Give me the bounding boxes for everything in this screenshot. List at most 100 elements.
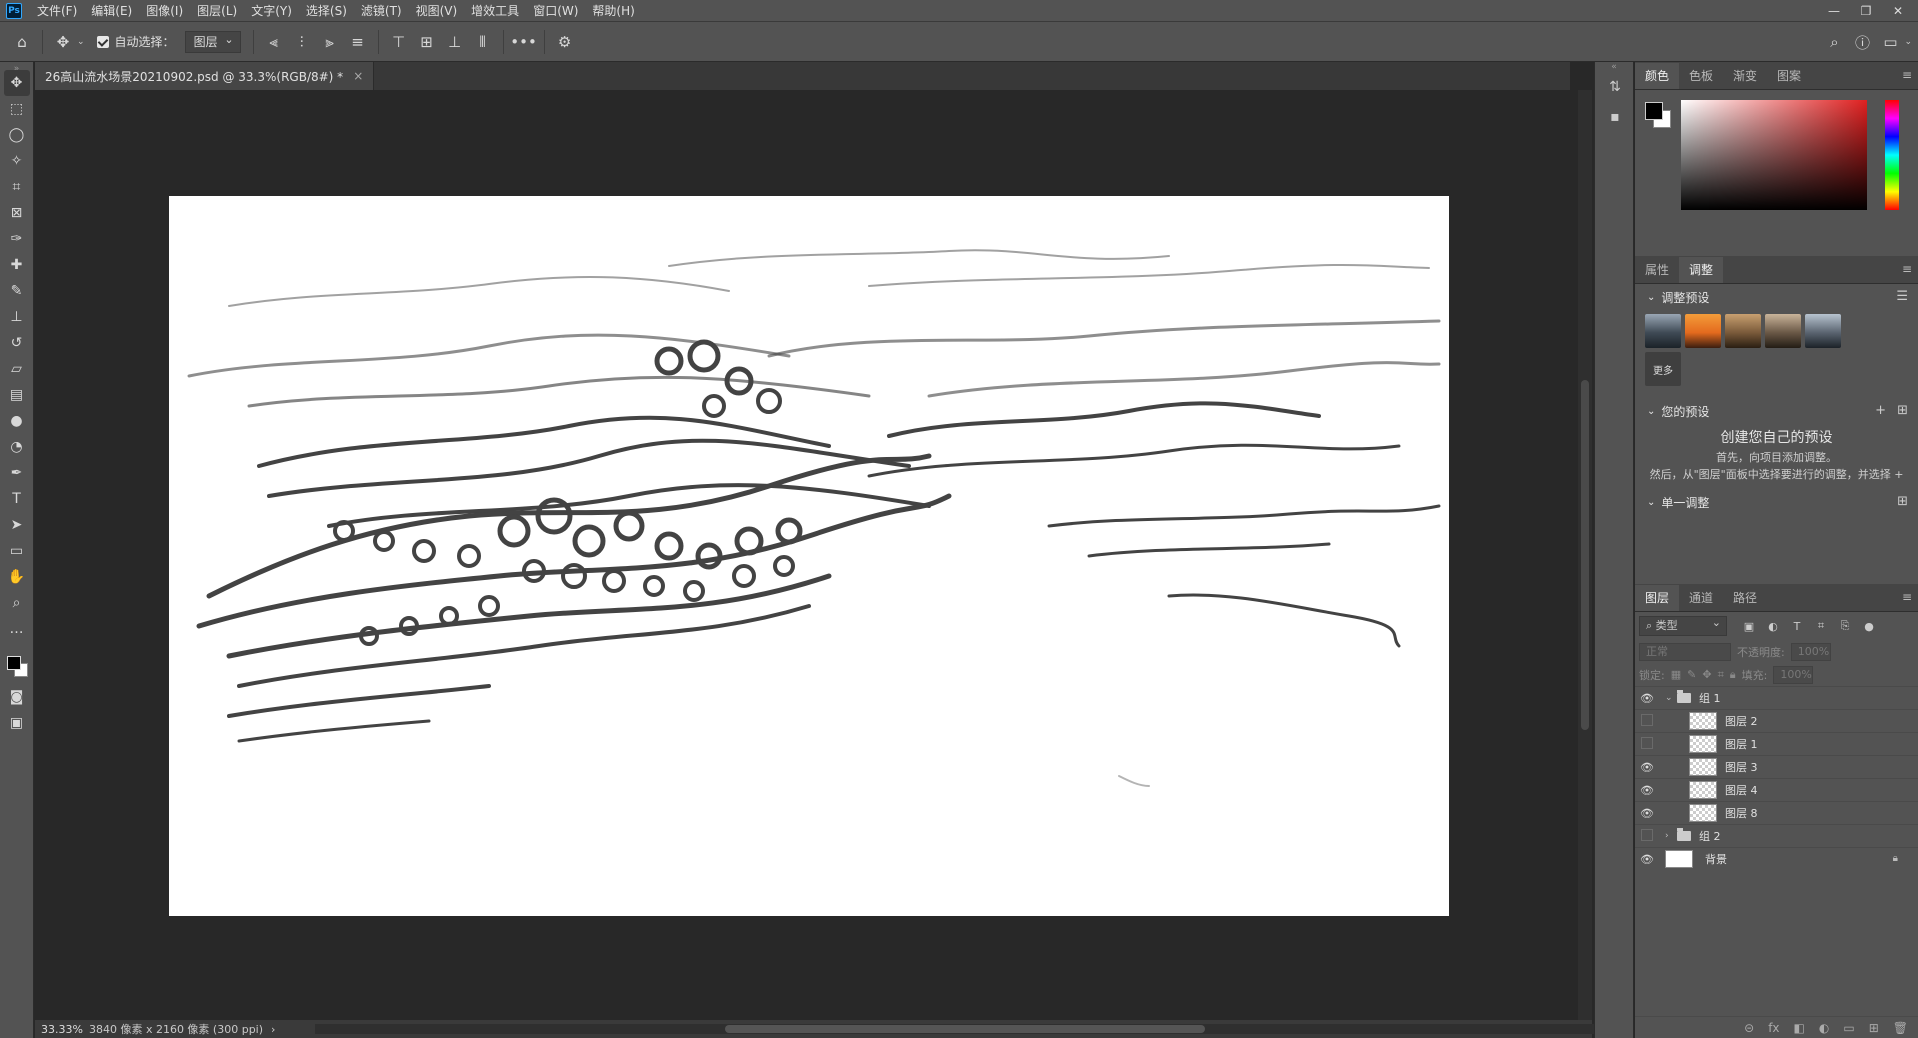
menu-item[interactable]: 文件(F) <box>30 0 84 22</box>
canvas-area[interactable] <box>35 90 1580 1020</box>
quick-mask-icon[interactable]: ◙ <box>4 684 30 710</box>
panel-tab[interactable]: 色板 <box>1679 63 1723 89</box>
menu-item[interactable]: 选择(S) <box>299 0 354 22</box>
lasso-icon[interactable]: ◯ <box>4 122 30 148</box>
align-top-icon[interactable]: ⊤ <box>385 28 413 56</box>
new-group-icon[interactable]: ▭ <box>1843 1021 1854 1035</box>
auto-select-checkbox[interactable] <box>96 35 109 48</box>
horizontal-scrollbar[interactable] <box>315 1024 1595 1034</box>
status-arrow-icon[interactable]: › <box>271 1023 275 1036</box>
panel-tab[interactable]: 调整 <box>1679 257 1724 283</box>
single-adjust-header[interactable]: ⌄ 单一调整 ⊞ <box>1635 489 1918 515</box>
marquee-icon[interactable]: ⬚ <box>4 96 30 122</box>
menu-item[interactable]: 增效工具 <box>464 0 526 22</box>
zoom-level[interactable]: 33.33% <box>35 1023 89 1036</box>
visibility-eye-icon[interactable]: 👁︎ <box>1635 692 1659 705</box>
menu-item[interactable]: 视图(V) <box>409 0 465 22</box>
panel-menu-icon[interactable]: ≡ <box>1902 262 1912 276</box>
panel-tab[interactable]: 颜色 <box>1635 63 1680 89</box>
hand-icon[interactable]: ✋ <box>4 564 30 590</box>
layer-row[interactable]: 👁︎ 图层 8 <box>1635 801 1918 824</box>
align-left-icon[interactable]: ⫷ <box>260 28 288 56</box>
preset-thumbnail[interactable] <box>1645 314 1681 348</box>
menu-item[interactable]: 图像(I) <box>139 0 190 22</box>
foreground-color-swatch[interactable] <box>1645 102 1663 120</box>
layer-row[interactable]: 👁︎ 图层 4 <box>1635 778 1918 801</box>
align-middle-icon[interactable]: ⊞ <box>413 28 441 56</box>
auto-select-dropdown[interactable]: 图层 <box>184 30 241 53</box>
panel-menu-icon[interactable]: ≡ <box>1902 590 1912 604</box>
visibility-eye-icon[interactable] <box>1635 737 1659 752</box>
smart-object-filter-icon[interactable]: ⎘ <box>1835 619 1855 633</box>
layer-group-row[interactable]: 👁︎ ⌄ 组 1 <box>1635 686 1918 709</box>
layer-row[interactable]: 👁︎ 背景 🔒︎ <box>1635 847 1918 870</box>
layer-row[interactable]: 👁︎ 图层 3 <box>1635 755 1918 778</box>
home-icon[interactable]: ⌂ <box>8 28 36 56</box>
magic-wand-icon[interactable]: ✧ <box>4 148 30 174</box>
lock-position-icon[interactable]: ✥ <box>1702 668 1711 681</box>
layer-filter-dropdown[interactable]: ⌕ 类型 <box>1639 614 1727 636</box>
lock-pixels-icon[interactable]: ✎ <box>1687 668 1696 681</box>
adjustment-layer-icon[interactable]: ◐ <box>1819 1021 1829 1035</box>
chevron-down-icon[interactable]: ⌄ <box>1665 693 1677 703</box>
menu-item[interactable]: 文字(Y) <box>244 0 299 22</box>
panel-tab[interactable]: 路径 <box>1723 585 1767 611</box>
vertical-scroll-thumb[interactable] <box>1581 380 1589 730</box>
artboard-waves[interactable] <box>169 196 1449 916</box>
add-mask-icon[interactable]: ◧ <box>1794 1021 1805 1035</box>
panel-tab[interactable]: 渐变 <box>1723 63 1767 89</box>
healing-brush-icon[interactable]: ✚ <box>4 252 30 278</box>
menu-item[interactable]: 图层(L) <box>190 0 244 22</box>
visibility-eye-icon[interactable]: 👁︎ <box>1635 807 1659 820</box>
lock-transparent-icon[interactable]: ▦ <box>1671 668 1681 681</box>
settings-gear-icon[interactable]: ⚙ <box>551 28 579 56</box>
stamp-icon[interactable]: ⊥ <box>4 304 30 330</box>
search-icon[interactable]: ⌕ <box>1820 28 1848 56</box>
screen-mode-icon[interactable]: ▣ <box>4 710 30 736</box>
panel-tab[interactable]: 属性 <box>1635 257 1679 283</box>
lock-all-icon[interactable]: 🔒︎ <box>1730 668 1736 682</box>
eyedropper-icon[interactable]: ✑ <box>4 226 30 252</box>
link-layers-icon[interactable]: ⊝ <box>1744 1021 1754 1035</box>
eraser-icon[interactable]: ▱ <box>4 356 30 382</box>
minimize-icon[interactable]: — <box>1818 4 1850 18</box>
panel-tab[interactable]: 图层 <box>1635 585 1680 611</box>
crop-icon[interactable]: ⌗ <box>4 174 30 200</box>
workspace-chevron-icon[interactable]: ⌄ <box>1904 37 1912 47</box>
type-filter-icon[interactable]: T <box>1787 620 1807 633</box>
filter-toggle-icon[interactable]: ● <box>1859 620 1879 633</box>
fill-field[interactable]: 100% <box>1773 665 1814 684</box>
dodge-icon[interactable]: ◔ <box>4 434 30 460</box>
frame-icon[interactable]: ⊠ <box>4 200 30 226</box>
tool-color-swatches[interactable] <box>4 652 30 684</box>
help-icon[interactable]: ⓘ <box>1848 28 1876 56</box>
distribute-vertical-icon[interactable]: ⦀ <box>469 28 497 56</box>
blur-icon[interactable]: ● <box>4 408 30 434</box>
grid-view-icon[interactable]: ⊞ <box>1897 403 1908 418</box>
visibility-eye-icon[interactable] <box>1635 714 1659 729</box>
image-filter-icon[interactable]: ▣ <box>1739 620 1759 633</box>
tab-close-icon[interactable]: × <box>353 69 363 83</box>
visibility-eye-icon[interactable]: 👁︎ <box>1635 784 1659 797</box>
menu-item[interactable]: 编辑(E) <box>84 0 139 22</box>
type-icon[interactable]: T <box>4 486 30 512</box>
comments-panel-icon[interactable]: ▪ <box>1595 102 1635 132</box>
layer-row[interactable]: 图层 1 <box>1635 732 1918 755</box>
pen-icon[interactable]: ✒ <box>4 460 30 486</box>
align-center-icon[interactable]: ⫶ <box>288 28 316 56</box>
grid-view-icon[interactable]: ⊞ <box>1897 494 1908 509</box>
adjust-presets-header[interactable]: ⌄ 调整预设 ☰ <box>1635 284 1918 310</box>
lock-artboard-icon[interactable]: ⌗ <box>1718 668 1724 682</box>
preset-thumbnail[interactable] <box>1685 314 1721 348</box>
more-options-icon[interactable]: ••• <box>510 28 538 56</box>
horizontal-scroll-thumb[interactable] <box>725 1025 1205 1033</box>
rectangle-icon[interactable]: ▭ <box>4 538 30 564</box>
close-icon[interactable]: ✕ <box>1882 4 1914 18</box>
history-brush-icon[interactable]: ↺ <box>4 330 30 356</box>
list-view-icon[interactable]: ☰ <box>1896 289 1908 304</box>
panel-menu-icon[interactable]: ≡ <box>1902 68 1912 82</box>
hue-slider[interactable] <box>1885 100 1899 210</box>
tool-foreground-swatch[interactable] <box>6 656 21 670</box>
visibility-eye-icon[interactable] <box>1635 829 1659 844</box>
add-preset-icon[interactable]: + <box>1875 403 1886 418</box>
